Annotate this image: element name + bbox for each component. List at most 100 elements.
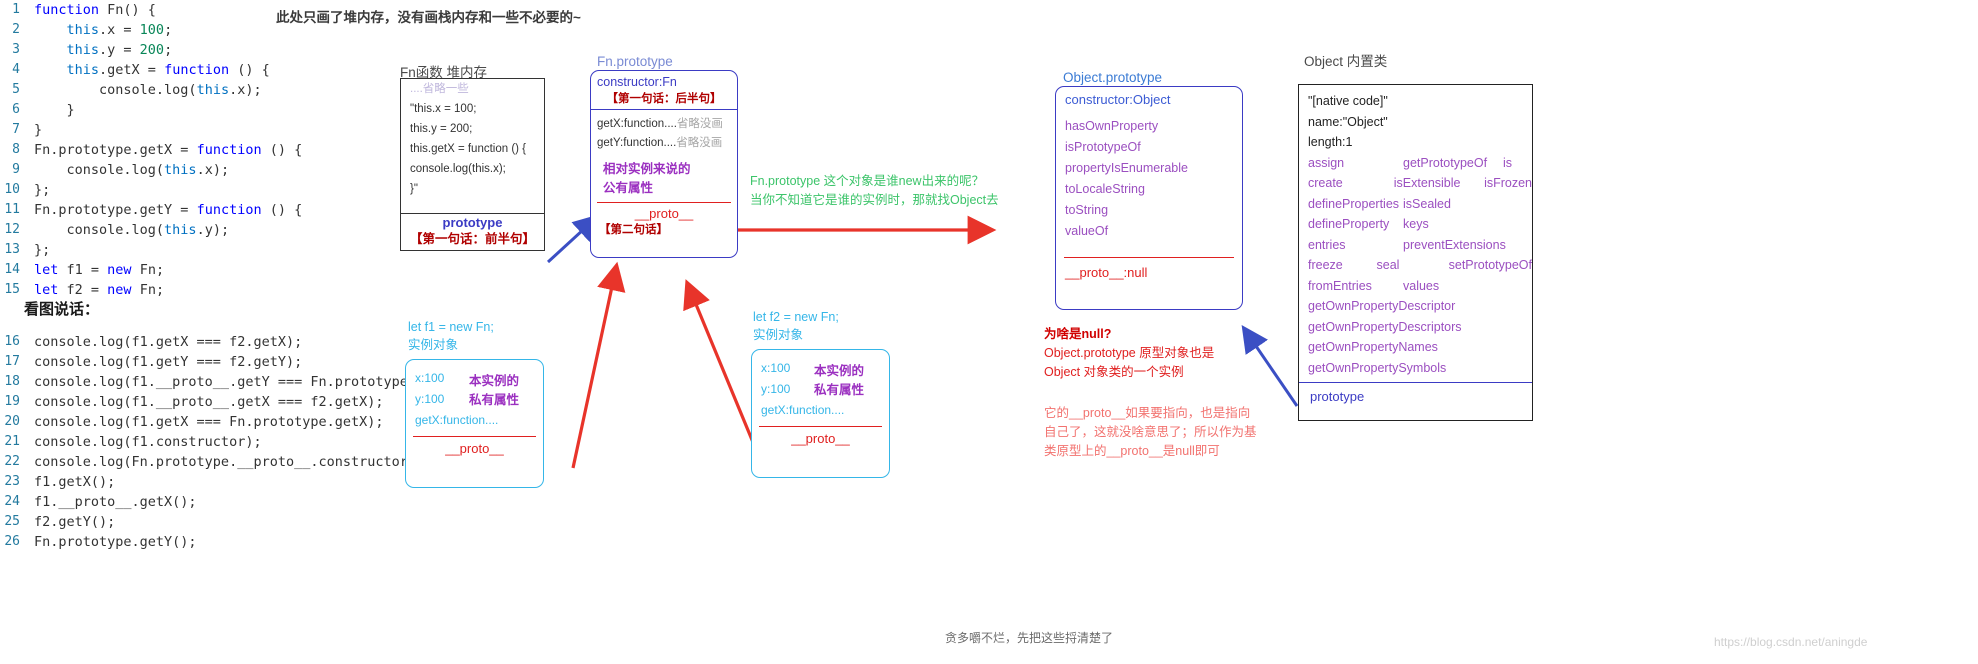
code-line-number: 25 xyxy=(4,514,20,529)
code-line-number: 22 xyxy=(4,454,20,469)
object-class-method xyxy=(1403,296,1503,317)
code-line-number: 10 xyxy=(4,182,20,197)
code-line-number: 3 xyxy=(12,42,20,57)
code-line-number: 24 xyxy=(4,494,20,509)
code-line-text: console.log(f1.getX === Fn.prototype.get… xyxy=(34,414,384,430)
code-line-number: 17 xyxy=(4,354,20,369)
object-class-method: setPrototypeOf xyxy=(1448,258,1532,272)
code-line: 3 this.y = 200; xyxy=(0,40,470,60)
object-class-method-row: entries preventExtensions xyxy=(1299,235,1532,256)
fn-heap-prototype-title: prototype xyxy=(442,215,503,230)
fn-prototype-method: getX:function....省略没画 xyxy=(597,118,723,130)
instance-f1-property: getX:function.... xyxy=(415,413,499,427)
green-annotation-line1: Fn.prototype 这个对象是谁new出来的呢？ xyxy=(750,174,985,188)
instance-f1-note-line1: 本实例的 xyxy=(469,374,520,388)
code-line-text: }; xyxy=(34,242,51,258)
object-class-method: seal xyxy=(1376,258,1400,272)
object-class-method xyxy=(1403,317,1503,338)
object-class-method: getOwnPropertyDescriptors xyxy=(1308,319,1462,334)
object-class-method xyxy=(1403,337,1503,358)
code-line-number: 8 xyxy=(12,142,20,157)
code-line-text: f1.getX(); xyxy=(34,474,116,490)
object-prototype-method: toString xyxy=(1065,203,1109,217)
object-class-scalar: "[native code]" xyxy=(1308,94,1388,108)
fn-heap-line: console.log(this.x); xyxy=(410,163,506,175)
code-line-number: 4 xyxy=(12,62,20,77)
object-class-method-row: freeze seal setPrototypeOf xyxy=(1299,255,1532,276)
watermark: https://blog.csdn.net/aningde xyxy=(1714,635,1868,649)
fn-prototype-method: getY:function....省略没画 xyxy=(597,137,723,149)
fn-heap-line: "this.x = 100; xyxy=(410,103,477,115)
code-line-text: this.x = 100; xyxy=(66,22,173,38)
arrow-f2-to-fnproto xyxy=(683,279,759,453)
object-class-method xyxy=(1403,358,1503,379)
code-line-text: console.log(f1.constructor); xyxy=(34,434,262,450)
red-annotation-why-null-line1: 为啥是null? xyxy=(1044,327,1112,341)
instance-f2-note: 本实例的 私有属性 xyxy=(814,362,864,400)
code-line-number: 2 xyxy=(12,22,20,37)
code-line: 26 Fn.prototype.getY(); xyxy=(0,532,520,552)
object-class-prototype-slot[interactable]: prototype xyxy=(1299,383,1532,404)
object-class-method: defineProperty xyxy=(1308,217,1390,231)
fn-prototype-constructor-note: 【第一句话：后半句】 xyxy=(606,93,722,105)
code-line-number: 23 xyxy=(4,474,20,489)
code-line-number: 5 xyxy=(12,82,20,97)
instance-f1-decl: let f1 = new Fn; xyxy=(408,320,494,334)
red-annotation-proto-null: 它的__proto__如果要指向，也是指向 自己了，这就没啥意思了；所以作为基 … xyxy=(1044,404,1257,461)
code-line: 15 let f2 = new Fn; xyxy=(0,280,470,300)
red-annotation-proto-null-line1: 它的__proto__如果要指向，也是指向 xyxy=(1044,406,1251,420)
object-class-label: Object 内置类 xyxy=(1304,54,1388,69)
red-annotation-why-null: 为啥是null? Object.prototype 原型对象也是 Object … xyxy=(1044,325,1214,382)
red-annotation-proto-null-line2: 自己了，这就没啥意思了；所以作为基 xyxy=(1044,425,1257,439)
instance-f1-note-line2: 私有属性 xyxy=(469,393,520,407)
code-line-text: console.log(f1.getX === f2.getX); xyxy=(34,334,303,350)
instance-f1-proto-slot[interactable]: __proto__ xyxy=(406,437,543,456)
code-line-text: console.log(this.y); xyxy=(34,222,230,238)
fn-heap-line: this.y = 200; xyxy=(410,123,473,135)
fn-heap-line: this.getX = function () { xyxy=(410,143,527,155)
arrow-objclass-to-objproto xyxy=(1241,325,1299,407)
code-line-text: f1.__proto__.getX(); xyxy=(34,494,197,510)
instance-f2-label: let f2 = new Fn; 实例对象 xyxy=(753,308,839,344)
object-class-method: is xyxy=(1503,155,1513,170)
code-line-text: console.log(f1.__proto__.getX === f2.get… xyxy=(34,394,384,410)
fn-prototype-proto-slot[interactable]: __proto__ xyxy=(591,203,737,221)
instance-f1-kind: 实例对象 xyxy=(408,338,459,352)
object-class-scalar: name:"Object" xyxy=(1308,114,1388,129)
instance-f2-property: getX:function.... xyxy=(761,403,845,417)
code-line-number: 15 xyxy=(4,282,20,297)
object-prototype-proto-null: __proto__:null xyxy=(1065,265,1148,280)
object-class-method-row: getOwnPropertyNames xyxy=(1299,337,1532,358)
fn-prototype-second-sentence: 【第二句话】 xyxy=(599,224,668,236)
code-line-text: console.log(this.x); xyxy=(34,82,262,98)
fn-prototype-box: constructor:Fn 【第一句话：后半句】 getX:function.… xyxy=(590,70,738,258)
fn-heap-prototype-subtitle: 【第一句话：前半句】 xyxy=(409,232,535,246)
object-class-method: getOwnPropertySymbols xyxy=(1308,360,1447,375)
instance-f2-proto-slot[interactable]: __proto__ xyxy=(752,427,889,446)
green-annotation: Fn.prototype 这个对象是谁new出来的呢？ 当你不知道它是谁的实例时… xyxy=(750,172,999,210)
object-prototype-method: hasOwnProperty xyxy=(1065,119,1159,133)
code-line-number: 13 xyxy=(4,242,20,257)
object-class-method: defineProperties xyxy=(1308,196,1400,211)
object-class-method-row: fromEntries values xyxy=(1299,276,1532,297)
fn-heap-prototype-slot[interactable]: prototype 【第一句话：前半句】 xyxy=(400,213,545,251)
code-line-number: 26 xyxy=(4,534,20,549)
object-class-method: freeze xyxy=(1308,258,1343,272)
object-prototype-method: valueOf xyxy=(1065,224,1109,238)
code-line-text: }; xyxy=(34,182,51,198)
code-line-text: console.log(this.x); xyxy=(34,162,230,178)
code-line-text: this.getX = function () { xyxy=(66,62,270,78)
object-class-method: assign xyxy=(1308,155,1345,170)
code-line: 25 f2.getY(); xyxy=(0,512,520,532)
object-class-method-row: create isExtensible isFrozen xyxy=(1299,173,1532,194)
object-class-method: isFrozen xyxy=(1484,176,1532,190)
code-line-text: let f2 = new Fn; xyxy=(34,282,165,298)
fn-prototype-note-line1: 相对实例来说的 xyxy=(603,162,691,176)
code-line-text: } xyxy=(34,102,75,118)
object-prototype-method: isPrototypeOf xyxy=(1065,140,1141,154)
object-class-scalar: length:1 xyxy=(1308,135,1353,149)
object-class-method-row: getOwnPropertySymbols xyxy=(1299,358,1532,379)
code-line-number: 14 xyxy=(4,262,20,277)
object-class-method: getPrototypeOf xyxy=(1403,155,1488,170)
instance-f2-kind: 实例对象 xyxy=(753,328,804,342)
